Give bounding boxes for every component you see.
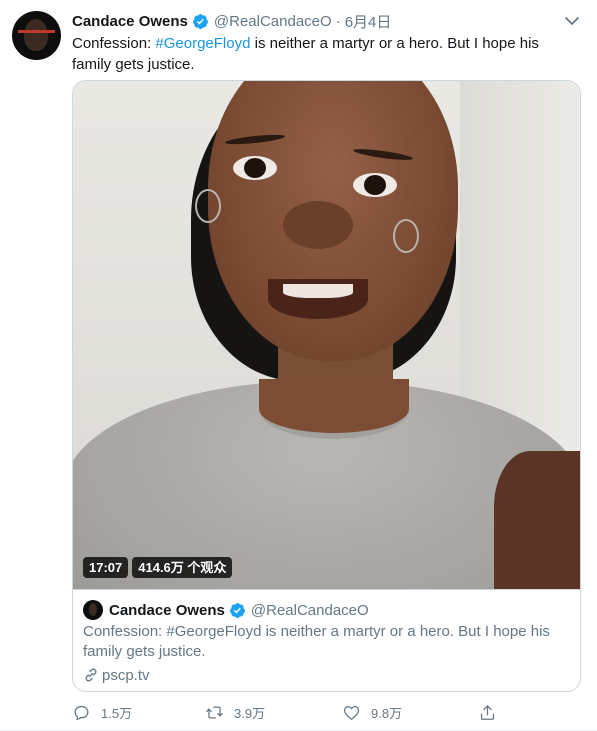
avatar-band: [18, 30, 55, 33]
video-eye-left: [233, 156, 277, 180]
link-card[interactable]: 17:07 414.6万 个观众 Candace Owens @RealCand…: [72, 80, 581, 692]
video-player[interactable]: 17:07 414.6万 个观众: [73, 81, 580, 589]
tweet[interactable]: Candace Owens @RealCandaceO · 6月4日 Confe…: [0, 0, 597, 731]
video-overlay: 17:07 414.6万 个观众: [83, 557, 233, 578]
video-eye-right: [353, 173, 397, 197]
like-count: 9.8万: [371, 705, 403, 721]
card-text: Confession: #GeorgeFloyd is neither a ma…: [83, 623, 550, 660]
verified-badge-icon: [192, 13, 208, 29]
author-handle[interactable]: @RealCandaceO: [214, 13, 332, 30]
video-teeth: [283, 284, 353, 298]
retweet-icon: [206, 705, 223, 719]
tweet-header: Candace Owens @RealCandaceO · 6月4日: [72, 11, 391, 31]
tweet-text-start: Confession:: [72, 35, 156, 52]
video-viewers: 414.6万 个观众: [132, 557, 233, 578]
like-icon: [343, 705, 360, 720]
verified-badge-icon: [229, 602, 245, 618]
card-author-name: Candace Owens: [109, 601, 225, 619]
tweet-date[interactable]: 6月4日: [345, 11, 392, 32]
avatar[interactable]: [12, 11, 61, 60]
reply-icon: [74, 705, 89, 720]
card-body[interactable]: Candace Owens @RealCandaceO Confession: …: [73, 589, 580, 691]
tweet-actions: 1.5万 3.9万 9.8万: [72, 700, 572, 724]
card-avatar: [83, 600, 103, 620]
reply-count: 1.5万: [101, 705, 133, 721]
share-button[interactable]: [478, 700, 507, 724]
video-collar: [259, 379, 409, 439]
card-link[interactable]: pscp.tv: [83, 665, 150, 685]
like-button[interactable]: 9.8万: [342, 700, 402, 724]
chevron-down-icon[interactable]: [562, 12, 582, 30]
video-duration: 17:07: [83, 557, 129, 578]
link-icon: [85, 668, 97, 682]
video-arm: [494, 451, 580, 589]
retweet-count: 3.9万: [234, 705, 266, 721]
tweet-text: Confession: #GeorgeFloyd is neither a ma…: [72, 33, 577, 75]
reply-button[interactable]: 1.5万: [72, 700, 132, 724]
card-author-handle: @RealCandaceO: [250, 601, 369, 619]
card-header: Candace Owens @RealCandaceO: [83, 599, 369, 621]
avatar-face: [24, 19, 48, 51]
video-earring-right: [393, 219, 419, 253]
separator-dot: ·: [335, 12, 341, 30]
video-nose: [283, 201, 353, 249]
hashtag-link[interactable]: #GeorgeFloyd: [155, 35, 250, 52]
share-icon: [480, 704, 495, 720]
author-name[interactable]: Candace Owens: [72, 13, 188, 30]
retweet-button[interactable]: 3.9万: [205, 700, 265, 724]
video-earring-left: [195, 189, 221, 223]
card-link-text[interactable]: pscp.tv: [102, 667, 150, 684]
